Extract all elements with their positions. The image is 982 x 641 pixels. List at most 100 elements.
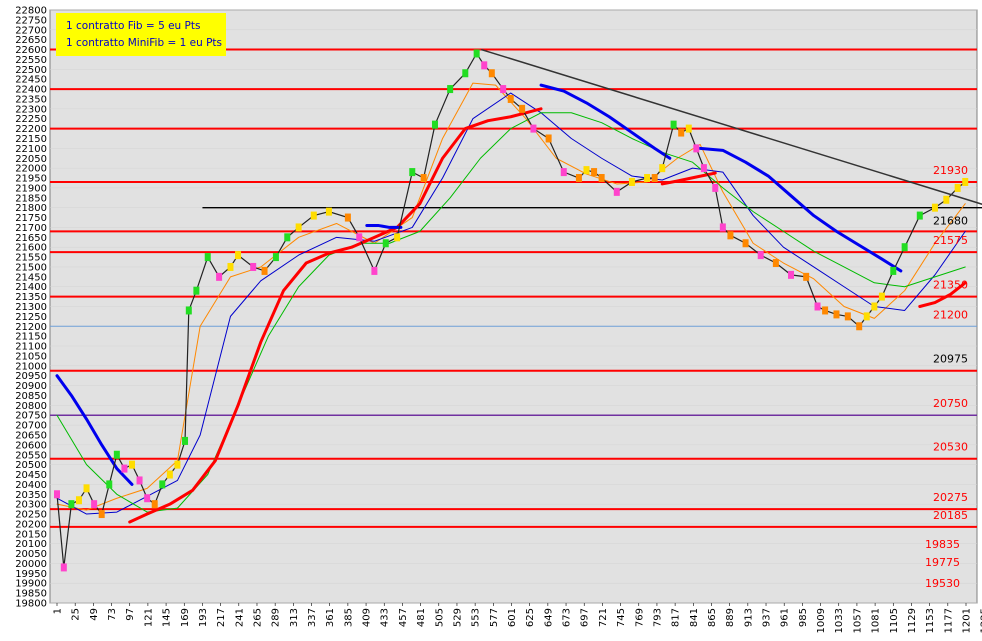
price-bar xyxy=(519,104,526,113)
y-tick-label: 20950 xyxy=(15,371,47,382)
legend-line-fib: 1 contratto Fib = 5 eu Pts xyxy=(66,20,201,32)
y-tick-label: 21600 xyxy=(15,243,47,254)
y-tick-label: 22000 xyxy=(15,164,47,175)
x-tick-label: 457 xyxy=(398,608,409,627)
y-tick-label: 22400 xyxy=(15,85,47,96)
price-bar xyxy=(261,266,268,275)
y-tick-label: 20750 xyxy=(15,411,47,422)
x-tick-label: 361 xyxy=(325,608,336,627)
price-bar xyxy=(295,223,302,232)
x-tick-label: 1177 xyxy=(943,608,954,633)
x-tick-label: 1057 xyxy=(852,608,863,633)
price-bar xyxy=(54,490,60,499)
price-bar xyxy=(931,203,938,212)
price-bar xyxy=(382,239,389,248)
y-tick-label: 22750 xyxy=(15,15,47,26)
level-label: 20185 xyxy=(933,509,968,522)
price-bar xyxy=(670,120,677,129)
price-bar xyxy=(719,223,726,232)
price-bar xyxy=(803,272,810,281)
y-tick-label: 21300 xyxy=(15,302,47,313)
level-label: 21350 xyxy=(933,279,968,292)
y-tick-label: 19950 xyxy=(15,569,47,580)
price-bar xyxy=(284,233,291,242)
price-bar xyxy=(772,259,779,268)
price-bar xyxy=(500,85,507,94)
y-tick-label: 20300 xyxy=(15,500,47,511)
y-tick-label: 22700 xyxy=(15,25,47,36)
y-tick-label: 19850 xyxy=(15,589,47,600)
level-label: 20530 xyxy=(933,441,968,454)
price-bar xyxy=(560,168,567,177)
price-bar xyxy=(890,266,897,275)
y-tick-label: 22300 xyxy=(15,104,47,115)
x-tick-label: 25 xyxy=(71,608,82,621)
price-bar xyxy=(91,500,98,509)
x-tick-label: 1153 xyxy=(925,608,936,633)
price-bar xyxy=(742,239,749,248)
y-tick-label: 21950 xyxy=(15,174,47,185)
extra-level-label: 19775 xyxy=(925,556,960,569)
extra-level-label: 19835 xyxy=(925,538,960,551)
x-tick-label: 817 xyxy=(671,608,682,627)
price-bar xyxy=(488,69,495,78)
x-tick-label: 841 xyxy=(689,608,700,627)
x-tick-label: 721 xyxy=(598,608,609,627)
level-label: 21200 xyxy=(933,308,968,321)
y-tick-label: 20450 xyxy=(15,470,47,481)
price-bar xyxy=(106,480,113,489)
x-tick-label: 1033 xyxy=(834,608,845,633)
x-tick-label: 625 xyxy=(525,608,536,627)
x-tick-label: 937 xyxy=(762,608,773,627)
y-tick-label: 20250 xyxy=(15,510,47,521)
y-tick-label: 22650 xyxy=(15,35,47,46)
level-label: 20750 xyxy=(933,397,968,410)
x-tick-label: 409 xyxy=(362,608,373,627)
x-tick-label: 1009 xyxy=(816,608,827,633)
x-tick-label: 697 xyxy=(580,608,591,627)
price-bar xyxy=(863,312,870,321)
price-bar xyxy=(174,460,181,469)
x-tick-label: 1081 xyxy=(871,608,882,633)
x-tick-label: 577 xyxy=(489,608,500,627)
y-tick-label: 22200 xyxy=(15,124,47,135)
price-bar xyxy=(310,211,317,220)
price-bar xyxy=(727,231,734,240)
x-tick-label: 865 xyxy=(707,608,718,627)
price-bar xyxy=(916,211,923,220)
x-tick-label: 769 xyxy=(634,608,645,627)
price-bar xyxy=(113,450,120,459)
y-axis-ticks: 1980019850199001995020000200502010020150… xyxy=(15,6,47,610)
price-bar xyxy=(481,61,488,70)
y-tick-label: 20200 xyxy=(15,519,47,530)
x-tick-label: 433 xyxy=(380,608,391,627)
price-bar xyxy=(182,436,189,445)
price-bar xyxy=(814,302,821,311)
x-tick-label: 985 xyxy=(798,608,809,627)
price-bar xyxy=(371,266,378,275)
price-bar xyxy=(68,500,75,509)
price-bar xyxy=(394,233,401,242)
y-tick-label: 20800 xyxy=(15,401,47,412)
level-label: 20975 xyxy=(933,353,968,366)
price-bar xyxy=(856,322,863,331)
x-tick-label: 241 xyxy=(234,608,245,627)
x-tick-label: 97 xyxy=(125,608,136,621)
level-label: 21575 xyxy=(933,234,968,247)
x-tick-label: 313 xyxy=(289,608,300,627)
y-tick-label: 20350 xyxy=(15,490,47,501)
x-tick-label: 481 xyxy=(416,608,427,627)
y-tick-label: 22150 xyxy=(15,134,47,145)
y-tick-label: 20500 xyxy=(15,460,47,471)
x-tick-label: 961 xyxy=(780,608,791,627)
y-tick-label: 22350 xyxy=(15,94,47,105)
x-tick-label: 673 xyxy=(562,608,573,627)
y-tick-label: 22250 xyxy=(15,114,47,125)
price-bar xyxy=(344,213,351,222)
legend-box: 1 contratto Fib = 5 eu Pts 1 contratto M… xyxy=(56,13,226,56)
price-bar xyxy=(651,174,658,183)
price-bar xyxy=(409,168,416,177)
price-bar xyxy=(128,460,135,469)
y-tick-label: 22100 xyxy=(15,144,47,155)
price-bar xyxy=(788,270,795,279)
